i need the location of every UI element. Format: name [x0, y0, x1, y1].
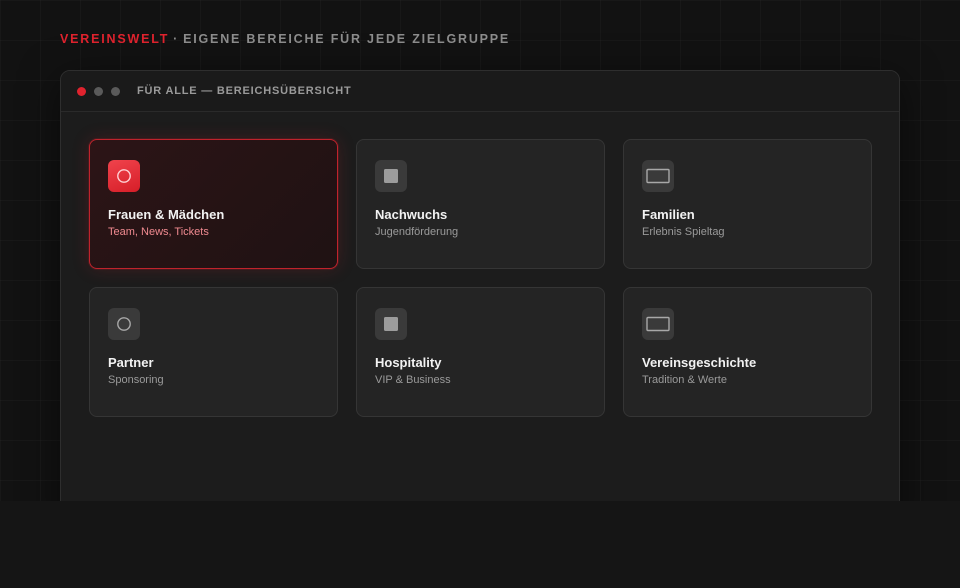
eyebrow-separator: · — [173, 32, 180, 46]
card-title: Familien — [642, 207, 695, 222]
app-window: FÜR ALLE — BEREICHSÜBERSICHT Frauen & Mä… — [60, 70, 900, 501]
card-subtitle: Tradition & Werte — [642, 374, 727, 386]
card-subtitle: Team, News, Tickets — [108, 226, 209, 238]
bottom-band — [0, 501, 960, 588]
rectangle-icon — [642, 160, 674, 192]
page-background: VEREINSWELT · EIGENE BEREICHE FÜR JEDE ZIE… — [0, 0, 960, 501]
card-subtitle: Sponsoring — [108, 374, 164, 386]
window-titlebar: FÜR ALLE — BEREICHSÜBERSICHT — [61, 71, 899, 112]
eyebrow-tagline: EIGENE BEREICHE FÜR JEDE ZIELGRUPPE — [183, 32, 511, 46]
window-maximize-dot[interactable] — [111, 86, 120, 96]
section-eyebrow: VEREINSWELT · EIGENE BEREICHE FÜR JEDE ZIE… — [60, 32, 510, 46]
square-icon — [375, 160, 407, 192]
area-card-familien[interactable]: Familien Erlebnis Spieltag — [623, 139, 872, 269]
area-card-partner[interactable]: Partner Sponsoring — [89, 287, 338, 417]
window-close-dot[interactable] — [77, 86, 86, 96]
window-minimize-dot[interactable] — [94, 86, 103, 96]
area-card-nachwuchs[interactable]: Nachwuchs Jugendförderung — [356, 139, 605, 269]
card-subtitle: VIP & Business — [375, 374, 451, 386]
card-title: Frauen & Mädchen — [108, 207, 225, 222]
square-icon — [375, 308, 407, 340]
area-grid: Frauen & Mädchen Team, News, Tickets Nac… — [89, 139, 872, 417]
area-card-vereinsgeschichte[interactable]: Vereinsgeschichte Tradition & Werte — [623, 287, 872, 417]
brand-label: VEREINSWELT — [60, 32, 170, 46]
card-title: Nachwuchs — [375, 207, 448, 222]
card-title: Partner — [108, 355, 154, 370]
card-subtitle: Jugendförderung — [375, 226, 459, 238]
area-card-frauen-maedchen[interactable]: Frauen & Mädchen Team, News, Tickets — [89, 139, 338, 269]
card-title: Hospitality — [375, 355, 442, 370]
circle-icon — [108, 160, 140, 192]
rectangle-icon — [642, 308, 674, 340]
area-card-hospitality[interactable]: Hospitality VIP & Business — [356, 287, 605, 417]
circle-icon — [108, 308, 140, 340]
card-title: Vereinsgeschichte — [642, 355, 757, 370]
window-title: FÜR ALLE — BEREICHSÜBERSICHT — [137, 85, 352, 97]
card-subtitle: Erlebnis Spieltag — [642, 226, 725, 238]
